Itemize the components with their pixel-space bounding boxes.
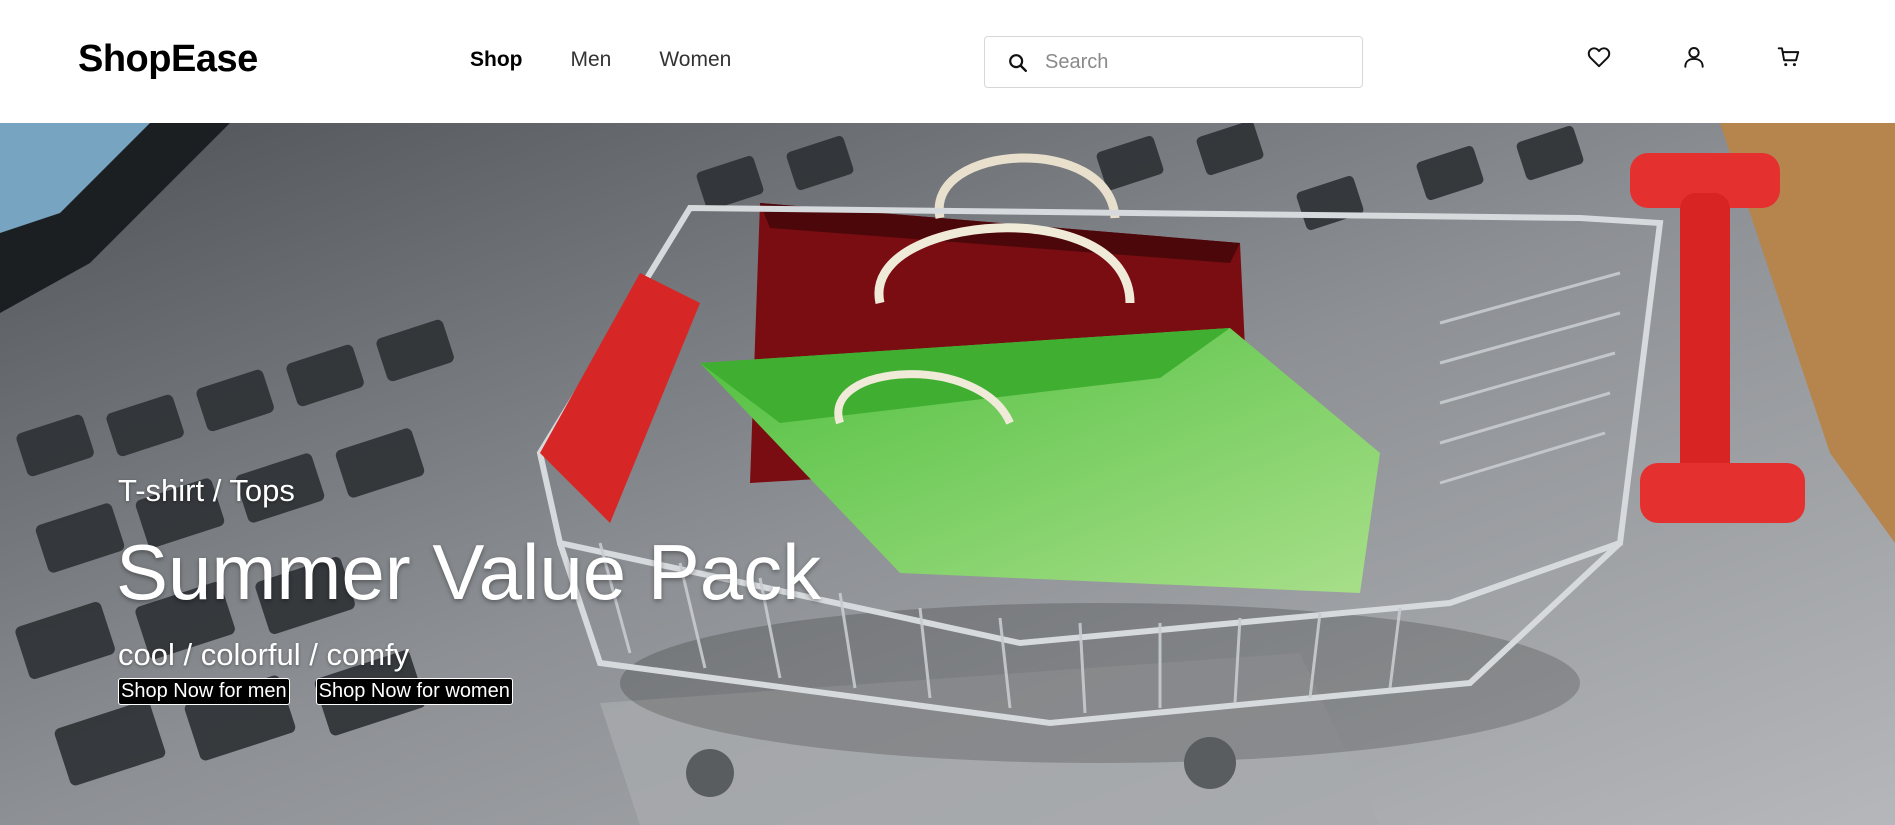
site-logo[interactable]: ShopEase [78,38,258,81]
hero-cta-group: Shop Now for men Shop Now for women [118,678,513,705]
search-box[interactable] [984,36,1363,88]
hero-tagline: cool / colorful / comfy [118,637,410,672]
search-icon [1009,54,1027,72]
search-input[interactable] [1045,45,1345,79]
cart-icon[interactable] [1776,44,1802,70]
shop-women-button[interactable]: Shop Now for women [315,678,513,705]
nav-women[interactable]: Women [659,48,731,72]
user-icon[interactable] [1681,44,1707,70]
hero-headline: Summer Value Pack [116,528,822,616]
main-nav: Shop Men Women [470,48,731,72]
site-header: ShopEase Shop Men Women [0,0,1895,123]
heart-icon[interactable] [1586,44,1612,70]
hero-category: T-shirt / Tops [118,473,295,508]
shop-men-button[interactable]: Shop Now for men [118,678,290,705]
nav-shop[interactable]: Shop [470,48,523,72]
hero-banner: T-shirt / Tops Summer Value Pack cool / … [0,123,1895,825]
nav-men[interactable]: Men [571,48,612,72]
